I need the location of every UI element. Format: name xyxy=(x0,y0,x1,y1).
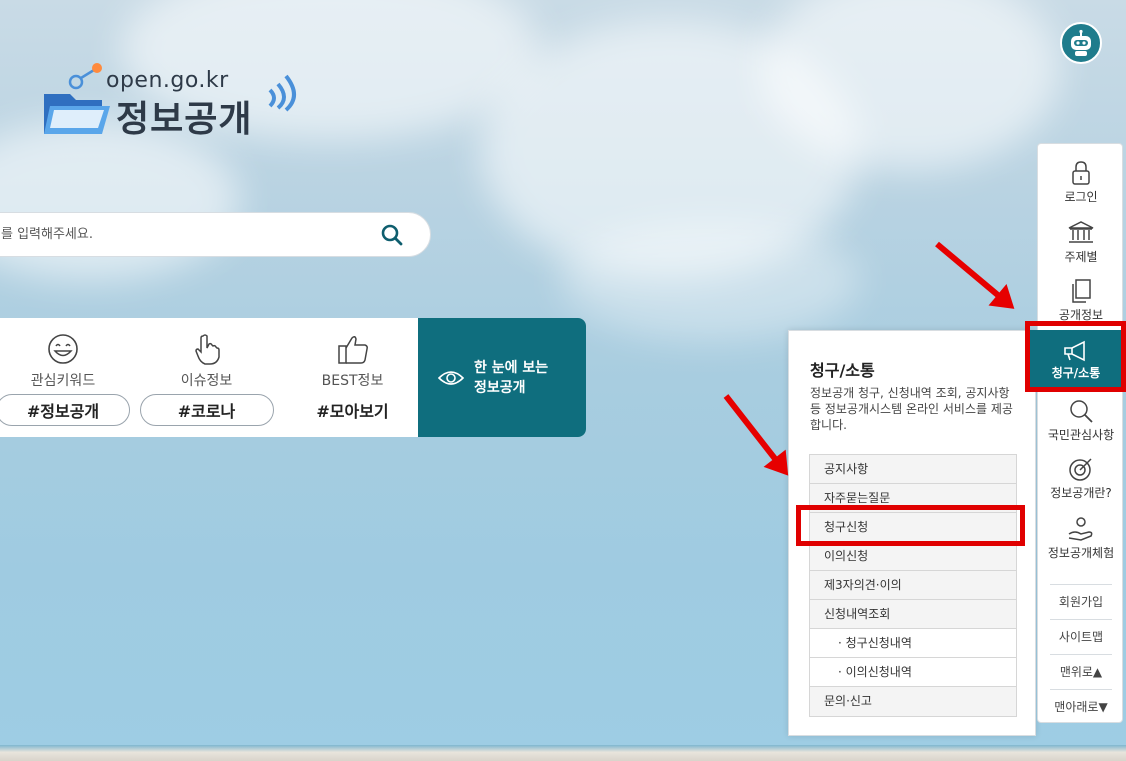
menu-item-notice[interactable]: 공지사항 xyxy=(810,455,1016,484)
quick-experience-label: 정보공개체험 xyxy=(1047,546,1115,560)
overview-button[interactable]: 한 눈에 보는 정보공개 xyxy=(418,318,586,437)
quick-login-label: 로그인 xyxy=(1064,190,1098,204)
panel-title: 청구/소통 xyxy=(810,361,875,380)
menu-item-request-history[interactable]: · 청구신청내역 xyxy=(810,629,1016,658)
menu-item-objection-history[interactable]: · 이의신청내역 xyxy=(810,658,1016,687)
keyword-label-best: BEST정보 xyxy=(321,373,384,389)
arrow-to-request-menu xyxy=(935,241,1012,308)
quick-about[interactable]: 정보공개란? xyxy=(1038,456,1124,501)
quick-interest[interactable]: 국민관심사항 xyxy=(1038,398,1124,443)
quick-topic-label: 주제별 xyxy=(1064,250,1098,264)
keyword-tag-best[interactable]: #모아보기 xyxy=(286,394,420,426)
quick-about-label: 정보공개란? xyxy=(1050,486,1112,500)
quick-interest-label: 국민관심사항 xyxy=(1047,428,1115,442)
documents-icon xyxy=(1072,279,1091,303)
site-logo[interactable]: open.go.kr 정보공개 xyxy=(40,62,310,142)
overview-button-label: 한 눈에 보는 정보공개 xyxy=(474,358,548,398)
pointing-hand-icon xyxy=(194,334,220,365)
target-icon xyxy=(1069,458,1092,481)
overview-line1: 한 눈에 보는 xyxy=(474,359,549,376)
keyword-box: 관심키워드 #정보공개 이슈정보 #코로나 BEST정보 #모아보기 한 눈에 … xyxy=(0,318,586,437)
quick-bottom-link[interactable]: 맨아래로▼ xyxy=(1050,689,1112,723)
quick-login[interactable]: 로그인 xyxy=(1038,160,1124,205)
smile-icon xyxy=(48,334,78,364)
quick-topic[interactable]: 주제별 xyxy=(1038,220,1124,265)
menu-item-history[interactable]: 신청내역조회 xyxy=(810,600,1016,629)
keyword-column-issue: 이슈정보 #코로나 xyxy=(110,318,274,437)
quick-public-info[interactable]: 공개정보 xyxy=(1038,278,1124,323)
beach-sand xyxy=(0,745,1126,761)
signal-waves-icon xyxy=(268,74,296,112)
chatbot-robot-icon[interactable] xyxy=(1060,22,1102,64)
search-button[interactable] xyxy=(372,215,412,255)
thumbs-up-icon xyxy=(337,335,368,364)
quick-menu: 로그인 주제별 공개정보 청구/소통 국민관심사항 정보공개란? 정보공개체험 … xyxy=(1029,143,1124,723)
hand-person-icon xyxy=(1068,517,1093,541)
keyword-column-best: BEST정보 #모아보기 xyxy=(267,318,418,437)
building-icon xyxy=(1068,221,1094,243)
menu-item-inquiry[interactable]: 문의·신고 xyxy=(810,687,1016,716)
search-icon xyxy=(381,224,403,245)
lock-icon xyxy=(1072,161,1090,185)
panel-description: 정보공개 청구, 신청내역 조회, 공지사항 등 정보공개시스템 온라인 서비스… xyxy=(810,386,1013,432)
search-bar xyxy=(0,212,431,257)
menu-item-third-party[interactable]: 제3자의견·이의 xyxy=(810,571,1016,600)
quick-top-link[interactable]: 맨위로▲ xyxy=(1050,654,1112,688)
search-input[interactable] xyxy=(1,227,372,242)
panel-menu-list: 공지사항 자주묻는질문 청구신청 이의신청 제3자의견·이의 신청내역조회 · … xyxy=(809,454,1017,717)
quick-sitemap-link[interactable]: 사이트맵 xyxy=(1050,619,1112,653)
keyword-tag-issue[interactable]: #코로나 xyxy=(139,394,274,426)
logo-title-text: 정보공개 xyxy=(116,99,253,140)
quick-experience[interactable]: 정보공개체험 xyxy=(1038,516,1124,561)
magnifier-icon xyxy=(1070,400,1093,423)
arrow-to-request-item xyxy=(723,394,787,473)
eye-icon xyxy=(438,370,464,385)
highlight-request-item xyxy=(796,505,1025,546)
quick-public-info-label: 공개정보 xyxy=(1058,308,1104,322)
keyword-label-issue: 이슈정보 xyxy=(180,373,233,389)
keyword-label-interest: 관심키워드 xyxy=(30,373,96,389)
highlight-request-menu xyxy=(1025,321,1126,392)
keyword-column-interest: 관심키워드 #정보공개 xyxy=(0,318,130,437)
overview-line2: 정보공개 xyxy=(474,379,526,396)
menu-item-objection[interactable]: 이의신청 xyxy=(810,542,1016,571)
quick-join-link[interactable]: 회원가입 xyxy=(1050,584,1112,618)
